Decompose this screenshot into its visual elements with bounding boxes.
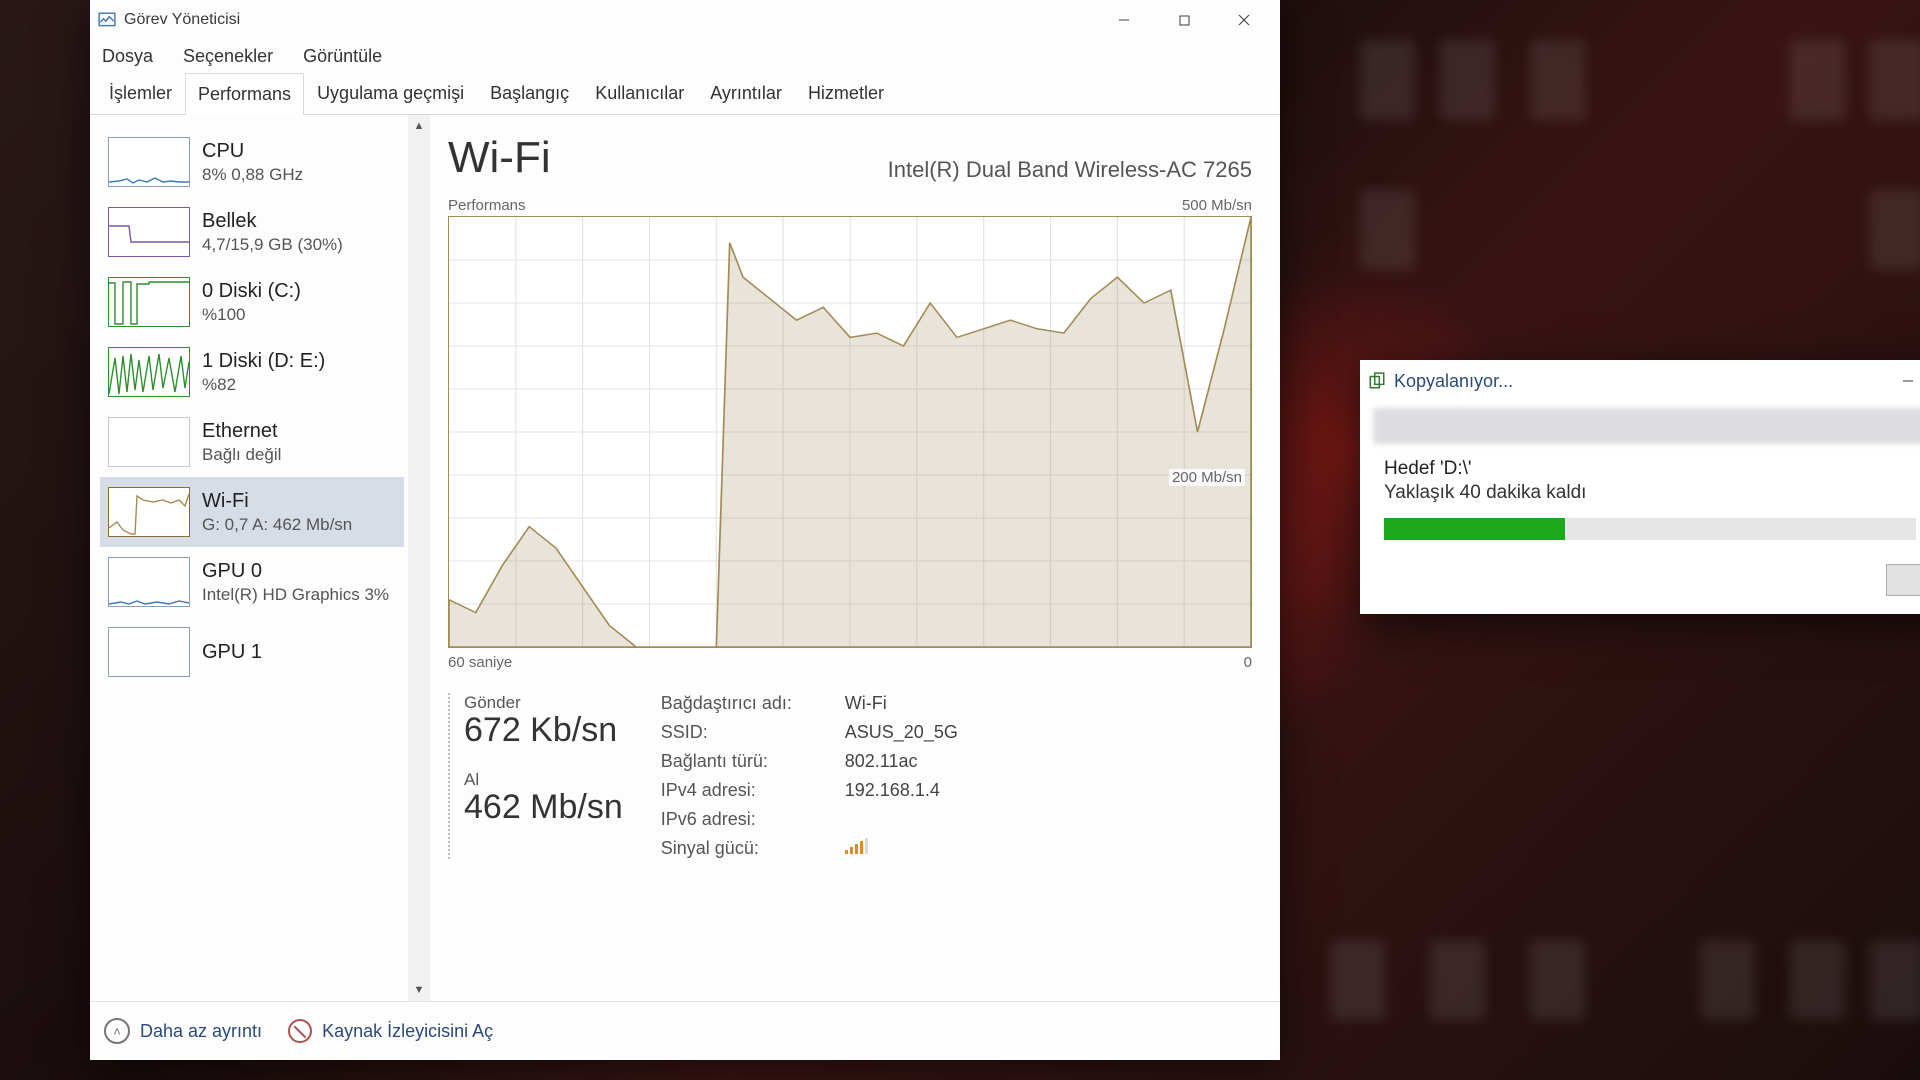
copy-eta: Yaklaşık 40 dakika kaldı — [1360, 480, 1920, 518]
gpu0-thumb — [108, 557, 190, 607]
disk1-thumb — [108, 347, 190, 397]
copy-title: Kopyalanıyor... — [1394, 371, 1513, 392]
menubar: Dosya Seçenekler Görüntüle — [90, 40, 1280, 72]
sidebar-item-gpu1[interactable]: GPU 1 — [100, 617, 404, 687]
sidebar-item-disk0[interactable]: 0 Diski (C:)%100 — [100, 267, 404, 337]
copy-source-path — [1374, 408, 1920, 444]
stat-receive: Al 462 Mb/sn — [464, 770, 623, 827]
gpu1-thumb — [108, 627, 190, 677]
scroll-up-icon[interactable]: ▲ — [408, 115, 430, 137]
footer: ˄ Daha az ayrıntı Kaynak İzleyicisini Aç — [90, 1001, 1280, 1060]
adapter-details: Bağdaştırıcı adı:Wi-Fi SSID:ASUS_20_5G B… — [661, 693, 958, 859]
tab-processes[interactable]: İşlemler — [96, 72, 185, 114]
titlebar[interactable]: Görev Yöneticisi — [90, 0, 1280, 40]
tab-details[interactable]: Ayrıntılar — [697, 72, 795, 114]
chart-label-bottom-right: 0 — [1244, 654, 1252, 671]
sidebar-item-ethernet[interactable]: EthernetBağlı değil — [100, 407, 404, 477]
copy-destination: Hedef 'D:\' — [1360, 458, 1920, 480]
open-resource-monitor-link[interactable]: Kaynak İzleyicisini Aç — [288, 1019, 493, 1043]
chart-label-top-left: Performans — [448, 197, 526, 214]
disk0-thumb — [108, 277, 190, 327]
signal-strength-icon — [845, 838, 958, 859]
copy-titlebar[interactable]: Kopyalanıyor... — [1360, 360, 1920, 402]
throughput-chart[interactable]: 200 Mb/sn — [448, 216, 1252, 648]
copy-progress-bar — [1384, 518, 1916, 540]
window-title: Görev Yöneticisi — [124, 11, 240, 29]
tab-services[interactable]: Hizmetler — [795, 72, 897, 114]
chevron-up-icon: ˄ — [104, 1018, 130, 1044]
chart-label-bottom-left: 60 saniye — [448, 654, 512, 671]
sidebar-item-cpu[interactable]: CPU8% 0,88 GHz — [100, 127, 404, 197]
copy-dialog: Kopyalanıyor... Hedef 'D:\' Yaklaşık 40 … — [1360, 360, 1920, 614]
chart-label-top-right: 500 Mb/sn — [1182, 197, 1252, 214]
tabstrip: İşlemler Performans Uygulama geçmişi Baş… — [90, 72, 1280, 115]
resource-monitor-icon — [288, 1019, 312, 1043]
performance-sidebar: CPU8% 0,88 GHz Bellek4,7/15,9 GB (30%) 0… — [90, 115, 408, 1001]
task-manager-icon — [98, 11, 116, 29]
sidebar-item-gpu0[interactable]: GPU 0Intel(R) HD Graphics 3% — [100, 547, 404, 617]
sidebar-scrollbar[interactable]: ▲ ▼ — [408, 115, 430, 1001]
tab-users[interactable]: Kullanıcılar — [582, 72, 697, 114]
stat-send: Gönder 672 Kb/sn — [464, 693, 623, 750]
tab-app-history[interactable]: Uygulama geçmişi — [304, 72, 477, 114]
sidebar-item-label: CPU — [202, 139, 303, 164]
menu-options[interactable]: Seçenekler — [181, 42, 275, 71]
menu-file[interactable]: Dosya — [100, 42, 155, 71]
performance-main: Wi-Fi Intel(R) Dual Band Wireless-AC 726… — [430, 115, 1280, 1001]
adapter-name: Intel(R) Dual Band Wireless-AC 7265 — [888, 157, 1252, 183]
memory-thumb — [108, 207, 190, 257]
scroll-down-icon[interactable]: ▼ — [408, 979, 430, 1001]
sidebar-item-disk1[interactable]: 1 Diski (D: E:)%82 — [100, 337, 404, 407]
ethernet-thumb — [108, 417, 190, 467]
wifi-thumb — [108, 487, 190, 537]
close-button[interactable] — [1214, 1, 1274, 39]
fewer-details-button[interactable]: ˄ Daha az ayrıntı — [104, 1018, 262, 1044]
sidebar-item-wifi[interactable]: Wi-FiG: 0,7 A: 462 Mb/sn — [100, 477, 404, 547]
copy-minimize-button[interactable] — [1884, 361, 1920, 401]
copy-action-button[interactable] — [1886, 564, 1920, 596]
maximize-button[interactable] — [1154, 1, 1214, 39]
minimize-button[interactable] — [1094, 1, 1154, 39]
menu-view[interactable]: Görüntüle — [301, 42, 384, 71]
cpu-thumb — [108, 137, 190, 187]
chart-marker-200: 200 Mb/sn — [1169, 469, 1245, 486]
tab-startup[interactable]: Başlangıç — [477, 72, 582, 114]
task-manager-window: Görev Yöneticisi Dosya Seçenekler Görünt… — [90, 0, 1280, 1060]
page-title: Wi-Fi — [448, 133, 551, 183]
sidebar-item-memory[interactable]: Bellek4,7/15,9 GB (30%) — [100, 197, 404, 267]
copy-icon — [1368, 372, 1386, 390]
tab-performance[interactable]: Performans — [185, 73, 304, 115]
